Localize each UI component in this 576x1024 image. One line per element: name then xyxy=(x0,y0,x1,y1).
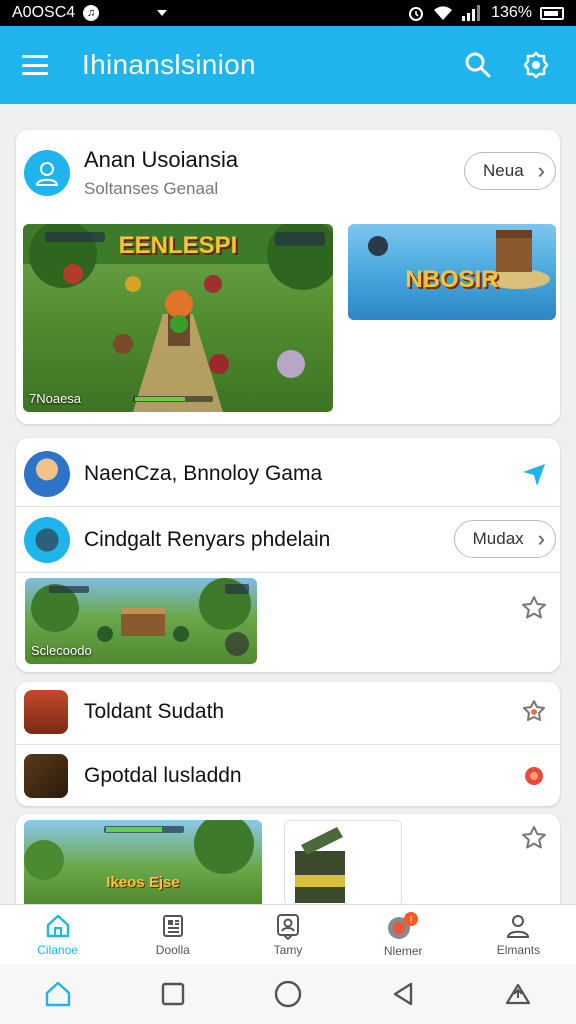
nav-item-home[interactable]: Cilanoe xyxy=(0,905,115,964)
thumbnail-caption: Sclecoodo xyxy=(31,643,92,658)
send-icon[interactable] xyxy=(520,460,548,488)
menu-icon[interactable] xyxy=(22,55,48,75)
nav-item-doolla[interactable]: Doolla xyxy=(115,905,230,964)
app-icon xyxy=(24,754,68,798)
app-bar: Ihinanslsinion xyxy=(0,26,576,104)
battery-icon xyxy=(540,6,564,20)
battery-percent: 136% xyxy=(491,4,532,21)
person-icon xyxy=(507,915,530,938)
mudax-button-label: Mudax xyxy=(472,529,524,548)
list-item-title: Gpotdal lusladdn xyxy=(84,764,242,787)
nav-label: Nlemer xyxy=(383,944,423,958)
bottom-navigation: Cilanoe Doolla Tamy ! Nlemer Elmants xyxy=(0,904,576,964)
list-item[interactable]: Cindgalt Renyars phdelain Mudax › xyxy=(16,508,560,572)
notification-icon: ! xyxy=(388,912,419,939)
card-subtitle: Soltanses Genaal xyxy=(84,179,219,198)
game-thumbnail[interactable] xyxy=(284,820,402,906)
system-navigation-bar xyxy=(0,964,576,1024)
list-item[interactable]: NaenCza, Bnnoloy Gama xyxy=(16,444,560,504)
circle-icon xyxy=(274,980,302,1008)
status-text: A0OSC4 xyxy=(12,4,76,21)
list-item-title: Cindgalt Renyars phdelain xyxy=(84,528,331,551)
dropdown-indicator-icon xyxy=(157,10,168,16)
status-bar: A0OSC4 ♫ 136% xyxy=(0,0,576,26)
star-icon[interactable] xyxy=(520,824,548,852)
list-item-title: NaenCza, Bnnoloy Gama xyxy=(84,462,323,485)
card-title: Anan Usoiansia xyxy=(84,147,239,172)
profile-card-icon xyxy=(277,914,299,940)
settings-button[interactable] xyxy=(518,47,554,83)
game-list-card-2: Toldant Sudath Gpotdal lusladdn xyxy=(16,682,560,806)
nav-label: Cilanoe xyxy=(37,943,78,957)
star-icon[interactable] xyxy=(520,594,548,622)
share-button[interactable] xyxy=(498,974,538,1014)
game-gallery-card: Ikeos Ejse xyxy=(16,814,560,914)
app-icon xyxy=(24,690,68,734)
list-item-title: Toldant Sudath xyxy=(84,700,225,723)
circle-home-button[interactable] xyxy=(268,974,308,1014)
document-icon xyxy=(162,915,183,937)
game-side-image[interactable]: NBOSIR xyxy=(348,224,556,320)
hero-banner-text: EENLESPI xyxy=(118,232,238,259)
home-icon xyxy=(46,914,69,938)
gallery-banner-text: Ikeos Ejse xyxy=(106,874,180,891)
nav-item-tamy[interactable]: Tamy xyxy=(230,905,345,964)
recents-button[interactable] xyxy=(153,974,193,1014)
avatar xyxy=(24,517,70,563)
gear-icon xyxy=(523,51,549,79)
back-button[interactable] xyxy=(383,974,423,1014)
square-icon xyxy=(161,982,184,1006)
hero-caption: 7Noaesa xyxy=(29,391,82,406)
neua-button-label: Neua xyxy=(483,161,524,180)
game-thumbnail[interactable]: Sclecoodo xyxy=(25,578,257,664)
featured-card[interactable]: Anan Usoiansia Soltanses Genaal Neua › E… xyxy=(16,130,560,424)
home-icon xyxy=(45,981,70,1007)
mudax-button[interactable]: Mudax › xyxy=(453,520,556,558)
page-title: Ihinanslsinion xyxy=(82,49,256,80)
app-notification-icon: ♫ xyxy=(83,5,100,21)
avatar xyxy=(24,451,70,497)
avatar xyxy=(24,150,70,196)
side-banner-text: NBOSIR xyxy=(405,266,499,293)
wifi-icon xyxy=(434,6,453,20)
nav-label: Tamy xyxy=(273,943,303,957)
game-list-card: NaenCza, Bnnoloy Gama Cindgalt Renyars p… xyxy=(16,438,560,672)
list-item[interactable]: Gpotdal lusladdn xyxy=(16,746,560,806)
search-button[interactable] xyxy=(460,47,496,83)
svg-text:!: ! xyxy=(410,915,413,926)
badge-icon[interactable] xyxy=(520,762,548,790)
gift-icon[interactable] xyxy=(520,698,548,726)
system-home-button[interactable] xyxy=(38,974,78,1014)
nav-item-elmants[interactable]: Elmants xyxy=(461,905,576,964)
game-hero-image[interactable]: EENLESPI 7Noaesa xyxy=(23,224,333,412)
search-icon xyxy=(465,52,491,78)
nav-label: Elmants xyxy=(496,943,541,957)
alarm-icon xyxy=(409,7,424,21)
share-icon xyxy=(506,983,531,1005)
neua-button[interactable]: Neua › xyxy=(464,152,556,190)
chevron-right-icon: › xyxy=(537,526,545,551)
back-triangle-icon xyxy=(393,982,413,1006)
signal-icon xyxy=(462,5,481,21)
nav-item-nlemer[interactable]: ! Nlemer xyxy=(346,905,461,964)
list-item[interactable]: Toldant Sudath xyxy=(16,682,560,742)
chevron-right-icon: › xyxy=(537,158,545,183)
nav-label: Doolla xyxy=(155,943,190,957)
game-thumbnail[interactable]: Ikeos Ejse xyxy=(24,820,262,906)
